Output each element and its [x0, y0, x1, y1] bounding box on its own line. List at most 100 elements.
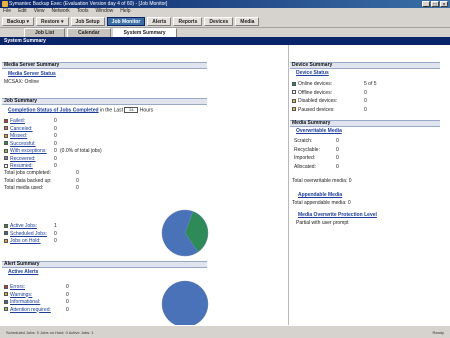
device-status-link[interactable]: Device Status	[296, 70, 329, 76]
app-icon	[2, 1, 8, 7]
job-status-row: Successful: 0	[4, 141, 57, 147]
overwrite-protection-value: Partial with user prompt	[296, 220, 349, 226]
tab-system-summary[interactable]: System Summary	[112, 28, 177, 37]
alerts-button[interactable]: Alerts	[147, 17, 172, 26]
job-total-row: Total data backed up: 0	[4, 177, 79, 184]
overwrite-protection-link[interactable]: Media Overwrite Protection Level	[298, 212, 377, 218]
active-job-row-value: 1	[54, 223, 57, 229]
status-color-icon	[4, 231, 8, 236]
minimize-button[interactable]: _	[422, 1, 430, 8]
media-row-label: Allocated:	[294, 163, 316, 170]
media-row-value: 0	[336, 163, 339, 170]
menu-view[interactable]: View	[34, 8, 45, 15]
job-monitor-button[interactable]: Job Monitor	[106, 17, 146, 26]
media-row: Imported: 0	[294, 155, 339, 161]
active-job-row: Jobs on Hold: 0	[4, 238, 57, 244]
job-status-row-label[interactable]: Recovered:	[10, 156, 36, 162]
menu-edit[interactable]: Edit	[18, 8, 27, 15]
alert-row-label[interactable]: Attention required:	[10, 307, 51, 313]
device-status-icon	[292, 98, 296, 103]
device-row-label: Disabled devices:	[298, 98, 338, 104]
tab-job-list[interactable]: Job List	[24, 28, 66, 37]
media-row-label: Imported:	[294, 155, 316, 161]
menu-tools[interactable]: Tools	[77, 8, 89, 15]
device-row-value: 0	[364, 89, 367, 96]
alert-row-label[interactable]: Informational:	[10, 299, 40, 305]
active-job-row-label[interactable]: Scheduled Jobs:	[10, 231, 47, 237]
job-status-row-value: 0	[54, 155, 57, 162]
menu-help[interactable]: Help	[120, 8, 130, 15]
devices-button[interactable]: Devices	[204, 17, 234, 26]
job-total-row-label: Total jobs completed:	[4, 170, 51, 176]
media-summary-header: Media Summary	[290, 120, 440, 127]
column-divider	[288, 45, 289, 325]
active-alerts-link[interactable]: Active Alerts	[8, 269, 38, 275]
alert-row-label[interactable]: Errors:	[10, 284, 25, 290]
hours-select[interactable]: 24	[124, 107, 139, 113]
status-color-icon	[4, 126, 8, 131]
job-status-row-label[interactable]: Missed:	[10, 133, 27, 139]
close-button[interactable]: ×	[440, 1, 448, 8]
job-status-row: Failed: 0	[4, 118, 57, 124]
active-job-row-label[interactable]: Active Jobs:	[10, 223, 37, 229]
media-row: Scratch: 0	[294, 138, 339, 144]
job-summary-header: Job Summary	[2, 98, 207, 105]
alert-row: Warnings: 0	[4, 292, 69, 298]
device-row-label: Paused devices:	[298, 106, 335, 113]
status-color-icon	[4, 118, 8, 123]
status-bar-jobs: Scheduled Jobs: 0 Jobs on Hold: 0 Active…	[6, 330, 94, 335]
active-job-row-label[interactable]: Jobs on Hold:	[10, 238, 41, 244]
job-status-row-value: 0	[54, 125, 57, 132]
job-status-row: Missed: 0	[4, 133, 57, 139]
media-button[interactable]: Media	[235, 17, 260, 26]
alert-color-icon	[4, 284, 8, 289]
job-status-row-label[interactable]: Resumed:	[10, 163, 33, 169]
device-row-label: Online devices:	[298, 81, 333, 87]
status-color-icon	[4, 141, 8, 146]
media-row: Allocated: 0	[294, 163, 339, 170]
overwritable-media-link[interactable]: Overwritable Media	[296, 128, 342, 134]
job-status-row-value: 0	[54, 133, 57, 139]
media-row-value: 0	[336, 138, 339, 144]
maximize-button[interactable]: □	[431, 1, 439, 8]
job-total-row-value: 0	[76, 170, 79, 176]
alert-row-value: 0	[66, 291, 69, 298]
job-status-row-label[interactable]: Successful:	[10, 141, 36, 147]
device-row-value: 5 of 5	[364, 81, 377, 87]
job-status-row-label[interactable]: Canceled:	[10, 126, 33, 132]
job-total-row-label: Total media used:	[4, 185, 44, 191]
backup-button[interactable]: Backup ▾	[2, 17, 34, 26]
alert-row-label[interactable]: Warnings:	[10, 292, 32, 298]
tab-calendar[interactable]: Calendar	[67, 28, 111, 37]
device-row: Online devices: 5 of 5	[292, 81, 377, 87]
menu-network[interactable]: Network	[51, 8, 69, 15]
job-status-row-label[interactable]: Failed:	[10, 118, 25, 124]
restore-button[interactable]: Restore ▾	[35, 17, 69, 26]
job-total-row-value: 0	[76, 185, 79, 191]
menu-window[interactable]: Window	[95, 8, 113, 15]
completion-status-link[interactable]: Completion Status of Jobs Completed	[8, 107, 99, 113]
alerts-pie-slice-informational	[161, 280, 209, 328]
total-appendable: Total appendable media: 0	[292, 200, 351, 206]
media-server-status-link[interactable]: Media Server Status	[8, 71, 56, 77]
total-overwritable: Total overwritable media: 0	[292, 178, 352, 184]
media-server-summary-header: Media Server Summary	[2, 62, 207, 69]
alert-color-icon	[4, 307, 8, 312]
active-job-row-value: 0	[54, 238, 57, 244]
job-monitor-tabs: Job List Calendar System Summary	[0, 28, 450, 37]
window-title: Symantec Backup Exec (Evaluation Version…	[9, 1, 168, 7]
active-job-row-value: 0	[54, 230, 57, 237]
alert-row: Errors: 0	[4, 284, 69, 290]
menu-file[interactable]: File	[3, 8, 11, 15]
alert-row-value: 0	[66, 306, 69, 313]
job-setup-button[interactable]: Job Setup	[70, 17, 105, 26]
job-status-row: Canceled: 0	[4, 126, 57, 132]
appendable-media-link[interactable]: Appendable Media	[298, 192, 342, 198]
alerts-pie-chart	[161, 280, 209, 328]
status-color-icon	[4, 223, 8, 228]
job-total-row-label: Total data backed up:	[4, 177, 52, 184]
job-status-row-label[interactable]: With exceptions:	[10, 148, 47, 154]
device-row-value: 0	[364, 106, 367, 113]
status-color-icon	[4, 148, 8, 153]
reports-button[interactable]: Reports	[173, 17, 203, 26]
